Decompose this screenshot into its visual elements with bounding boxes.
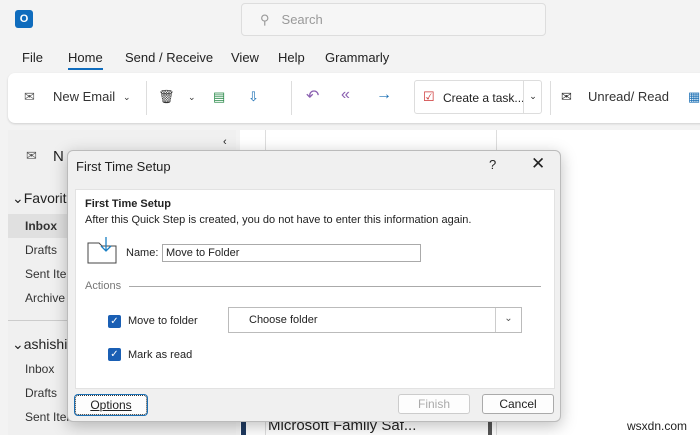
move-to-folder-label: Move to folder: [128, 315, 198, 327]
account-sent[interactable]: Sent Iter: [25, 410, 70, 424]
forward-icon[interactable]: →: [376, 86, 392, 104]
menu-grammarly[interactable]: Grammarly: [325, 50, 389, 65]
watermark: wsxdn.com: [627, 419, 688, 433]
choose-folder-value: Choose folder: [249, 314, 318, 326]
unread-read-button[interactable]: Unread/ Read: [588, 89, 669, 104]
chevron-down-icon[interactable]: ⌄: [495, 308, 521, 332]
close-icon[interactable]: ✕: [531, 154, 545, 174]
first-time-setup-dialog: First Time Setup ? ✕ First Time Setup Af…: [67, 150, 561, 422]
folder-sent[interactable]: Sent Iter: [25, 267, 70, 281]
search-placeholder: Search: [281, 12, 323, 27]
chevron-down-icon[interactable]: ⌄: [188, 92, 196, 103]
task-icon: ☑: [423, 89, 435, 104]
chevron-down-icon[interactable]: ⌄: [523, 81, 542, 113]
categorize-icon[interactable]: ▦: [688, 89, 700, 105]
move-icon[interactable]: ⇩: [248, 89, 259, 105]
cancel-button[interactable]: Cancel: [482, 394, 554, 414]
envelope-open-icon: ✉: [561, 89, 572, 104]
create-task-button[interactable]: ☑ Create a task... ⌄: [414, 80, 542, 114]
reply-all-icon[interactable]: «: [341, 86, 350, 104]
menu-home[interactable]: Home: [68, 50, 103, 70]
options-button[interactable]: Options: [74, 394, 148, 416]
mark-as-read-label: Mark as read: [128, 349, 193, 361]
mark-as-read-checkbox[interactable]: ✓: [108, 348, 121, 361]
name-input[interactable]: Move to Folder: [162, 244, 421, 262]
actions-label: Actions: [85, 280, 122, 292]
dialog-heading: First Time Setup: [85, 198, 171, 210]
search-box[interactable]: ⚲ Search: [241, 3, 546, 36]
folder-drafts[interactable]: Drafts: [25, 243, 57, 257]
new-email-button[interactable]: New Email: [53, 89, 115, 104]
search-icon: ⚲: [260, 11, 270, 27]
create-task-label: Create a task...: [443, 91, 525, 105]
ribbon: ✉ New Email ⌄ 🗑 ⌄ ▤ ⇩ ↶ « → ☑ Create a t…: [8, 73, 700, 123]
archive-icon[interactable]: ▤: [213, 89, 225, 105]
new-mail-icon: ✉: [26, 148, 37, 163]
favorites-header[interactable]: ⌄Favorit: [12, 190, 67, 207]
finish-button[interactable]: Finish: [398, 394, 470, 414]
folder-archive[interactable]: Archive: [25, 291, 65, 305]
chevron-down-icon[interactable]: ⌄: [123, 92, 131, 103]
delete-icon[interactable]: 🗑: [158, 89, 175, 105]
new-email-nav[interactable]: N: [53, 148, 64, 165]
folder-move-icon: [87, 237, 117, 264]
move-to-folder-checkbox[interactable]: ✓: [108, 315, 121, 328]
collapse-icon[interactable]: ‹: [223, 136, 227, 148]
menu-view[interactable]: View: [231, 50, 259, 65]
account-inbox[interactable]: Inbox: [25, 362, 54, 376]
reply-icon[interactable]: ↶: [306, 86, 319, 106]
choose-folder-select[interactable]: Choose folder ⌄: [228, 307, 522, 333]
dialog-title: First Time Setup: [76, 159, 171, 174]
folder-inbox[interactable]: Inbox: [25, 219, 57, 233]
menu-file[interactable]: File: [22, 50, 43, 65]
menu-send-receive[interactable]: Send / Receive: [125, 50, 213, 65]
new-email-icon: ✉: [24, 89, 35, 104]
account-drafts[interactable]: Drafts: [25, 386, 57, 400]
menu-help[interactable]: Help: [278, 50, 305, 65]
help-button[interactable]: ?: [489, 157, 496, 172]
dialog-description: After this Quick Step is created, you do…: [85, 214, 472, 226]
name-label: Name:: [126, 247, 159, 259]
outlook-logo: O: [15, 10, 33, 28]
account-header[interactable]: ⌄ashishi: [12, 336, 67, 353]
